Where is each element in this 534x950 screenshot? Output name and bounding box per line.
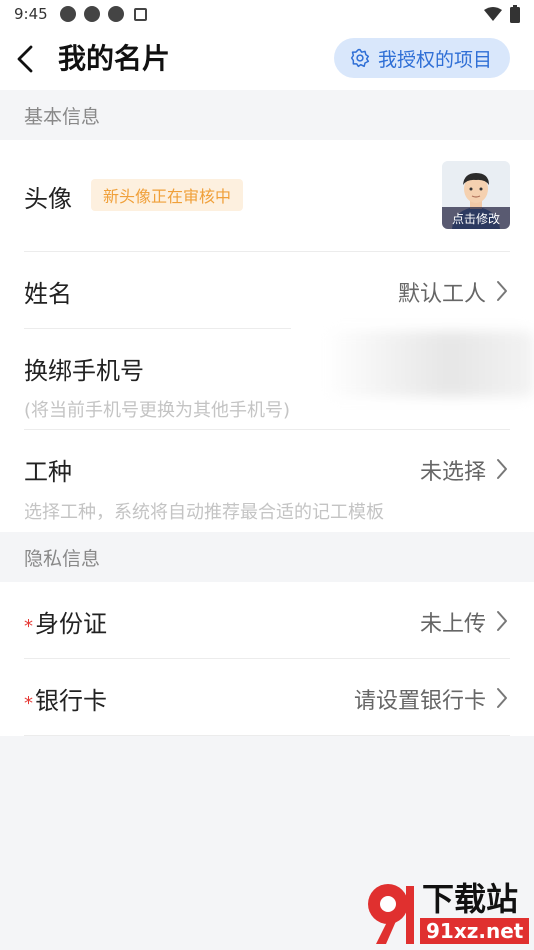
id-card-label-text: 身份证 [35, 610, 107, 638]
id-card-value: 未上传 [419, 612, 486, 637]
back-button[interactable] [10, 42, 40, 76]
notification-icon [107, 6, 124, 22]
status-bar: 9:45 [0, 0, 534, 28]
id-card-row[interactable]: *身份证 未上传 [24, 582, 510, 658]
watermark-site: 91xz.net [420, 918, 530, 944]
id-card-label: *身份证 [24, 604, 107, 639]
app-notification-icon [133, 7, 147, 21]
notification-icon [59, 6, 76, 22]
bank-card-label-text: 银行卡 [35, 687, 107, 715]
trade-label: 工种 [24, 458, 72, 486]
bank-card-label: *银行卡 [24, 681, 107, 716]
name-row[interactable]: 姓名 默认工人 [24, 252, 510, 328]
wifi-icon [484, 7, 502, 21]
section-basic-info: 基本信息 [0, 90, 534, 140]
authorized-projects-label: 我授权的项目 [377, 48, 492, 71]
battery-icon [510, 5, 520, 23]
change-phone-label: 换绑手机号 [24, 357, 144, 385]
avatar[interactable]: 点击修改 [442, 161, 510, 229]
authorized-projects-button[interactable]: 我授权的项目 [333, 38, 510, 78]
notification-icon [83, 6, 100, 22]
avatar-label: 头像 [24, 185, 72, 213]
chevron-right-icon [497, 688, 507, 708]
section-privacy-info: 隐私信息 [0, 532, 534, 582]
name-label: 姓名 [24, 280, 72, 308]
watermark-logo: 下载站 91xz.net [356, 874, 532, 948]
header: 我的名片 我授权的项目 [0, 28, 534, 90]
gear-icon [350, 48, 370, 68]
basic-info-card: 头像 新头像正在审核中 点击修改 姓名 默认工人 换绑手机号 (将当前手机号更换… [0, 140, 534, 532]
masked-phone-value [324, 331, 534, 397]
chevron-left-icon [17, 45, 33, 73]
change-phone-hint: (将当前手机号更换为其他手机号) [24, 400, 291, 421]
bank-card-row[interactable]: *银行卡 请设置银行卡 [24, 659, 510, 735]
divider [24, 735, 510, 736]
avatar-review-badge: 新头像正在审核中 [91, 179, 244, 211]
trade-value: 未选择 [419, 460, 486, 485]
page-title: 我的名片 [58, 42, 171, 75]
change-phone-row[interactable]: 换绑手机号 (将当前手机号更换为其他手机号) [24, 329, 534, 429]
avatar-edit-label: 点击修改 [442, 207, 510, 229]
privacy-info-card: *身份证 未上传 *银行卡 请设置银行卡 [0, 582, 534, 736]
avatar-row[interactable]: 头像 新头像正在审核中 点击修改 [24, 161, 510, 229]
required-marker: * [24, 693, 33, 714]
chevron-right-icon [497, 611, 507, 631]
chevron-right-icon [497, 281, 507, 301]
watermark-brand: 下载站 [422, 880, 519, 918]
name-value: 默认工人 [397, 282, 486, 307]
chevron-right-icon [497, 459, 507, 479]
required-marker: * [24, 616, 33, 637]
bank-card-value: 请设置银行卡 [353, 689, 486, 714]
trade-hint: 选择工种，系统将自动推荐最合适的记工模板 [24, 502, 384, 523]
trade-row[interactable]: 工种 未选择 选择工种，系统将自动推荐最合适的记工模板 [24, 430, 510, 530]
status-time: 9:45 [14, 5, 48, 23]
